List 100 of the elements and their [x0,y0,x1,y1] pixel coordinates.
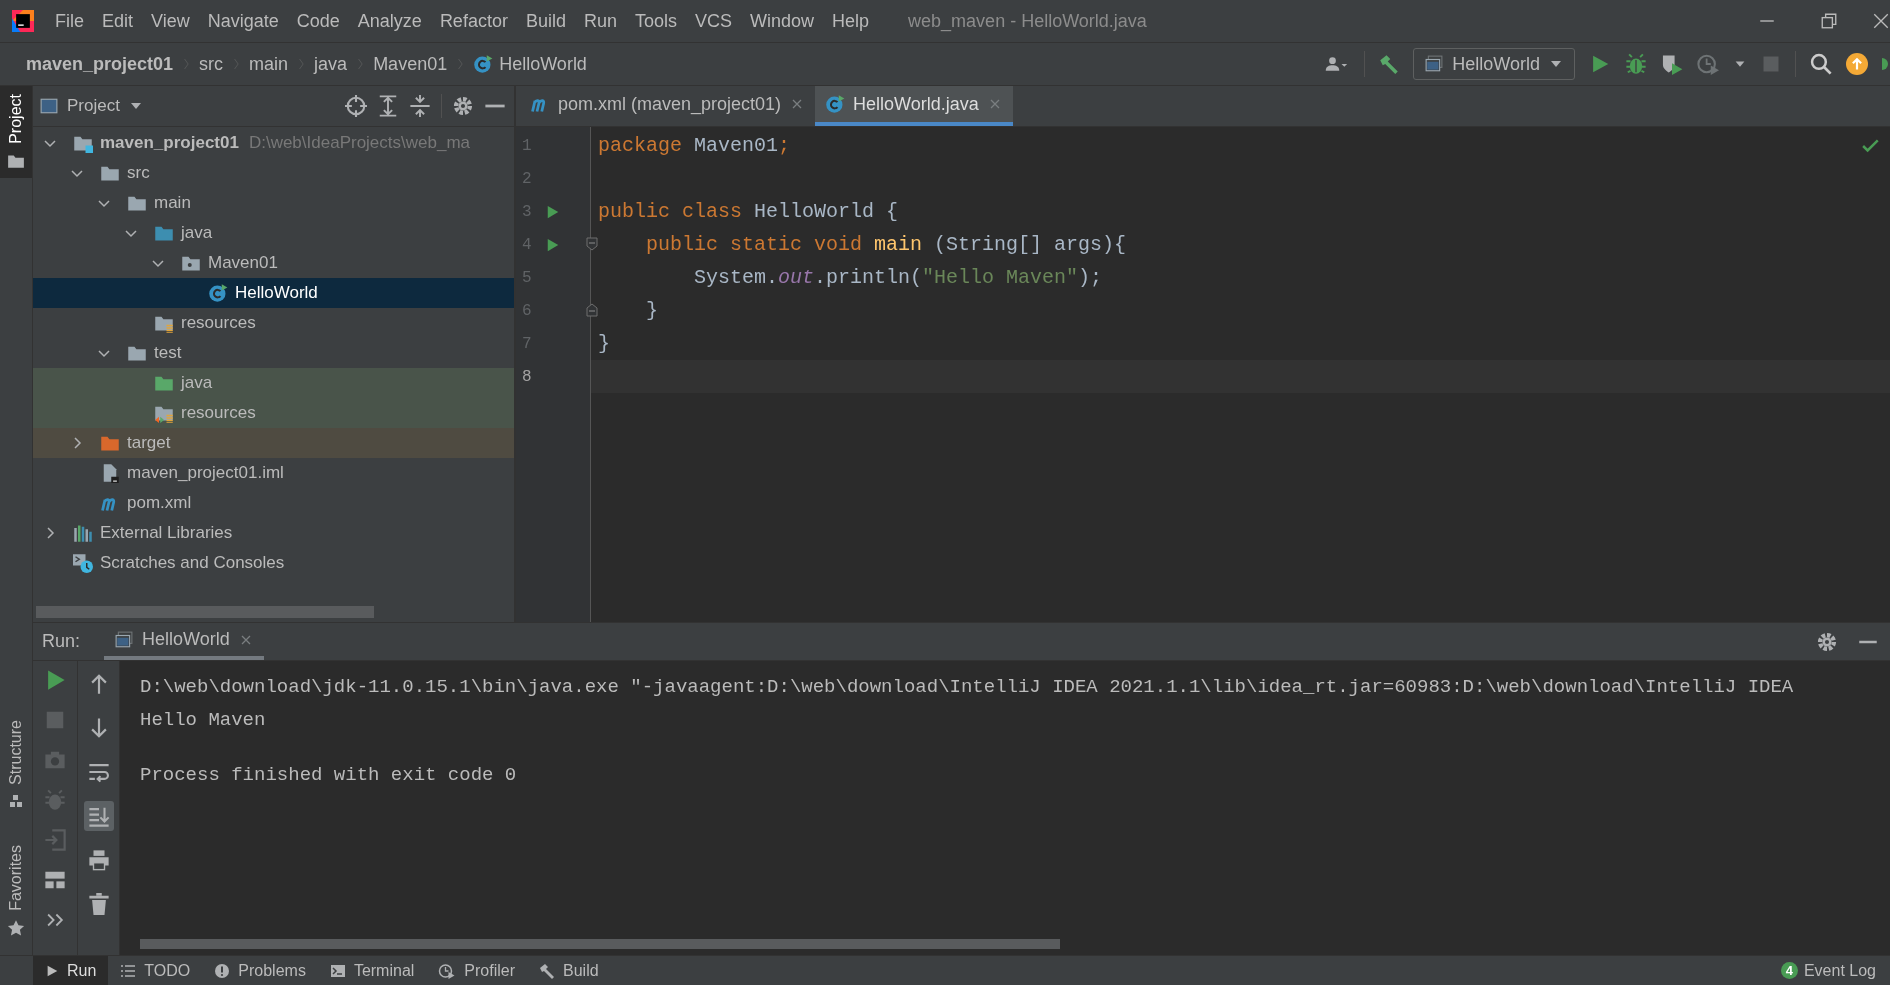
console-line: Process finished with exit code 0 [140,763,518,788]
line-number: 8 [521,367,533,386]
class-icon [473,54,494,74]
window-icon [1424,55,1445,73]
run-icon[interactable] [546,237,560,252]
tool-window-button[interactable]: Build [527,956,611,985]
tree-item[interactable]: HelloWorld [33,278,514,308]
warning-icon [214,962,231,979]
library-icon [73,523,93,543]
run-icon [45,963,59,978]
expand-all-icon[interactable] [377,95,399,117]
tree-item[interactable]: src [33,158,514,188]
tool-window-button[interactable]: Problems [202,956,318,985]
tree-item[interactable]: resources [33,308,514,338]
class-icon [825,94,846,114]
console-line: D:\web\download\jdk-11.0.15.1\bin\java.exe "-javaagent:D:\web\download\IntelliJ IDEA 2021.1.1\lib\idea_rt.jar=60983:D:\web\download\IntelliJ IDEA [140,675,1795,700]
menu-item[interactable]: View [142,4,199,38]
layout-icon[interactable] [44,869,66,891]
menu-item[interactable]: Edit [93,4,143,38]
tree-item[interactable]: java [33,218,514,248]
tree-item[interactable]: java [33,368,514,398]
menu-item[interactable]: Build [516,4,575,38]
clock-run-icon [438,962,457,979]
window-icon [114,630,135,649]
scroll-to-end-icon[interactable] [87,805,110,827]
tool-window-button[interactable]: TODO [108,956,203,985]
star-icon [7,919,25,937]
tool-window-tab[interactable]: Project [0,86,32,178]
check-icon [1862,137,1880,155]
list-icon [120,962,137,979]
search-icon[interactable] [1810,53,1832,75]
window-title: web_maven - HelloWorld.java [908,10,1147,32]
menu-item[interactable]: Window [741,4,824,38]
close-icon[interactable] [1872,12,1890,30]
tree-item[interactable]: main [33,188,514,218]
tool-window-tab[interactable]: Structure [0,712,32,818]
settings-icon[interactable] [452,95,474,117]
code-line: package Maven01; [598,134,791,157]
editor-tab[interactable]: pom.xml (maven_project01) [520,86,816,126]
structure-icon [8,793,24,810]
panel-title-dropdown[interactable]: Project [39,96,144,116]
run-tab[interactable]: HelloWorld [104,623,264,660]
run-icon[interactable] [546,204,560,219]
settings-icon[interactable] [1816,630,1838,653]
tree-item[interactable]: test [33,338,514,368]
code-line: public static void main (String[] args){ [645,233,1127,256]
menu-item[interactable]: Code [287,4,349,38]
tree-item[interactable]: External Libraries [33,518,514,548]
trash-icon[interactable] [87,893,110,915]
menu-item[interactable]: Refactor [430,4,517,38]
menu-item[interactable]: Tools [625,4,686,38]
scrollbar-thumb[interactable] [140,939,1060,949]
tree-item[interactable]: target [33,428,514,458]
console-line: Hello Maven [140,708,267,733]
event-log-button[interactable]: 4 Event Log [1780,961,1876,980]
window-icon [39,97,59,115]
restore-icon[interactable] [1820,12,1838,30]
breadcrumb[interactable]: maven_project01 [26,53,174,75]
locate-icon[interactable] [345,95,367,117]
shield-run-icon[interactable] [1661,53,1683,75]
menu-item[interactable]: VCS [686,4,741,38]
run-config-dropdown[interactable]: HelloWorld [1413,48,1575,80]
menu-item[interactable]: Analyze [348,4,431,38]
tool-window-button[interactable]: Run [33,956,109,985]
menu-item[interactable]: Run [574,4,626,38]
tool-window-tab[interactable]: Favorites [0,837,32,945]
class-icon [208,283,228,303]
hammer-icon [539,962,556,979]
tree-item[interactable]: resources [33,398,514,428]
update-icon[interactable] [1846,53,1868,75]
breadcrumb[interactable]: main [249,53,289,75]
code-line: public class HelloWorld { [598,200,899,223]
tree-item[interactable]: Maven01 [33,248,514,278]
panel-title: Run: [42,631,81,652]
breadcrumb[interactable]: src [199,53,224,75]
scratches-icon [73,553,93,573]
app-logo-icon[interactable] [12,10,34,32]
hammer-icon[interactable] [1379,54,1400,74]
editor-tab[interactable]: HelloWorld.java [815,86,1013,126]
breadcrumb[interactable]: java [314,53,348,75]
code-line: } [598,332,610,355]
breadcrumb[interactable]: Maven01 [373,53,448,75]
bug-icon[interactable] [1625,53,1647,75]
terminal-icon [329,962,346,979]
print-icon[interactable] [87,849,110,871]
tree-item[interactable]: maven_project01 D:\web\IdeaProjects\web_ma [33,128,514,158]
scrollbar-thumb[interactable] [36,606,374,618]
breadcrumb[interactable]: HelloWorld [473,53,587,75]
menu-item[interactable]: Help [823,4,879,38]
tool-window-button[interactable]: Profiler [426,956,528,985]
tool-window-button[interactable]: Terminal [317,956,427,985]
tree-item[interactable]: maven_project01.iml [33,458,514,488]
tree-item[interactable]: Scratches and Consoles [33,548,514,578]
tree-item[interactable]: pom.xml [33,488,514,518]
soft-wrap-icon[interactable] [87,761,110,783]
collapse-all-icon[interactable] [409,95,431,117]
code-line: } [645,299,658,322]
menu-item[interactable]: File [46,4,93,38]
menu-item[interactable]: Navigate [198,4,288,38]
code-line: System.out.println("Hello Maven"); [693,266,1103,289]
